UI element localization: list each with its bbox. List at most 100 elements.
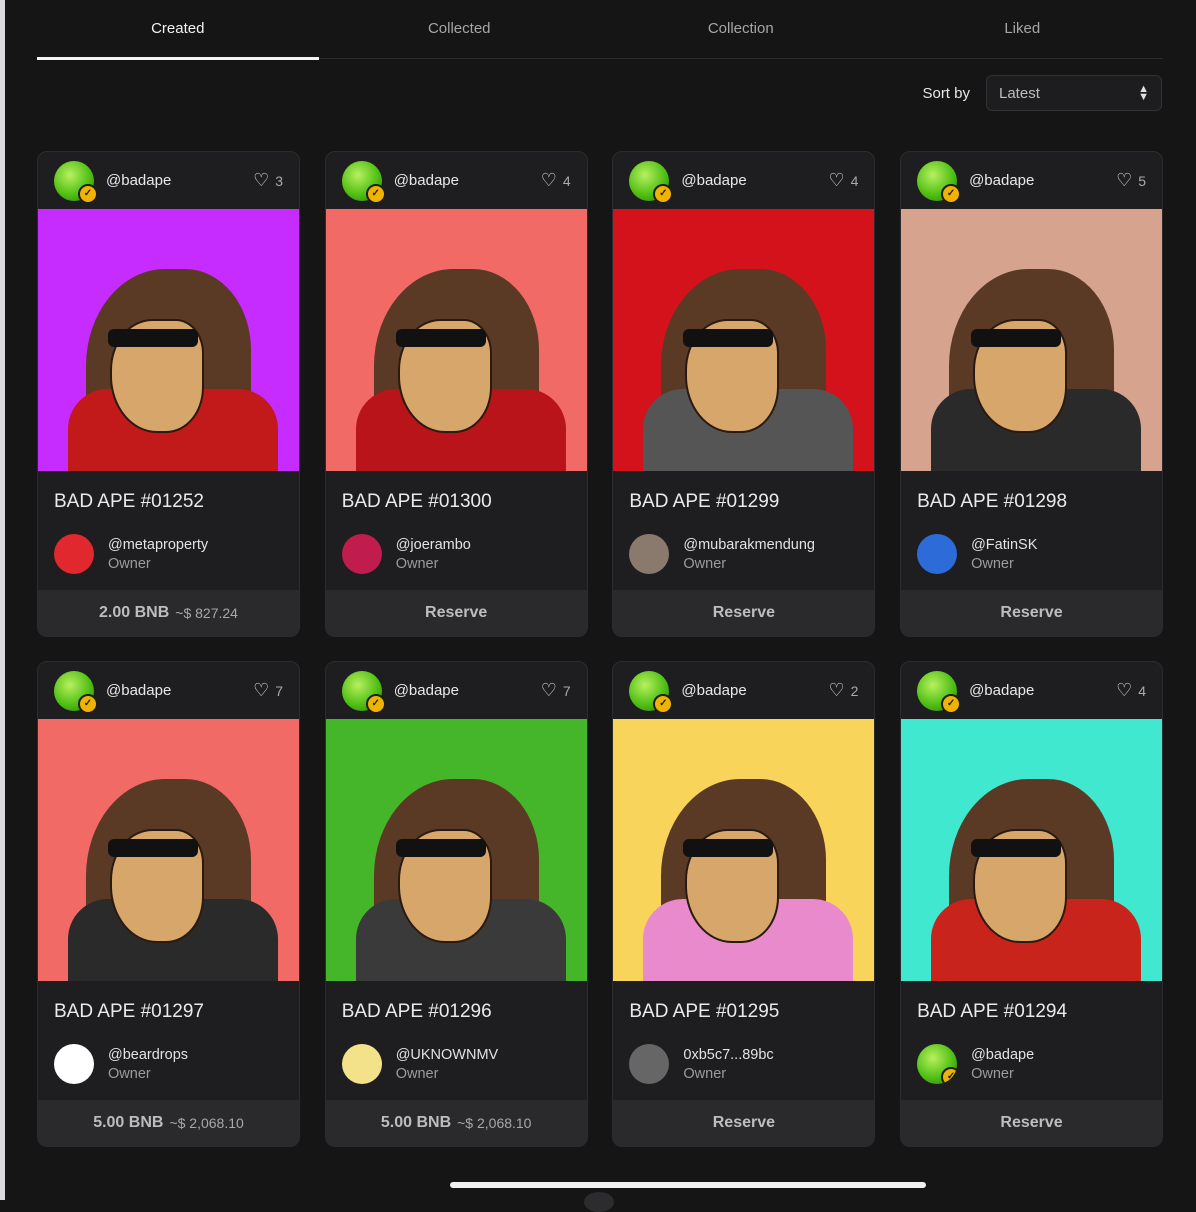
like-count: 3 — [275, 172, 283, 189]
price-bar[interactable]: 5.00 BNB ~$ 2,068.10 — [325, 1100, 587, 1146]
owner-handle[interactable]: @UKNOWNMV — [396, 1047, 499, 1063]
like-button[interactable]: ♡ 7 — [541, 662, 571, 719]
creator-avatar[interactable]: ✓ — [917, 670, 962, 714]
creator-handle[interactable]: @badape — [106, 682, 171, 699]
owner-role: Owner — [683, 555, 727, 572]
nft-card[interactable]: ✓ @badape ♡ 2 BAD APE #01295 0xb5c7...89b… — [612, 661, 876, 1147]
owner-role: Owner — [971, 1065, 1014, 1082]
price-bar[interactable]: 2.00 BNB ~$ 827.24 — [38, 590, 299, 636]
owner-avatar — [917, 534, 958, 574]
verified-badge-icon: ✓ — [78, 693, 98, 714]
nft-title[interactable]: BAD APE #01297 — [38, 981, 299, 1023]
like-button[interactable]: ♡ 4 — [541, 152, 571, 209]
creator-handle[interactable]: @badape — [394, 682, 459, 699]
creator-handle[interactable]: @badape — [969, 172, 1034, 189]
nft-artwork[interactable] — [325, 719, 587, 981]
price-usd: ~$ 827.24 — [175, 605, 238, 621]
like-button[interactable]: ♡ 4 — [828, 152, 858, 209]
nft-artwork[interactable] — [325, 209, 587, 471]
nft-card[interactable]: ✓ @badape ♡ 4 BAD APE #01294 ✓ @badape Ow… — [900, 661, 1164, 1147]
like-count: 4 — [850, 172, 859, 189]
nft-artwork[interactable] — [901, 719, 1163, 981]
owner-row: @UKNOWNMV Owner — [326, 1023, 587, 1084]
nft-artwork[interactable] — [38, 209, 299, 471]
like-button[interactable]: ♡ 2 — [828, 662, 858, 719]
creator-avatar[interactable]: ✓ — [629, 160, 674, 204]
creator-handle[interactable]: @badape — [969, 682, 1034, 699]
owner-row: 0xb5c7...89bc Owner — [613, 1023, 874, 1084]
card-header: ✓ @badape ♡ 4 — [613, 152, 874, 209]
owner-handle[interactable]: @beardrops — [108, 1047, 188, 1063]
price-bar[interactable]: 5.00 BNB ~$ 2,068.10 — [38, 1100, 299, 1146]
owner-handle[interactable]: @FatinSK — [971, 537, 1037, 553]
nft-grid: ✓ @badape ♡ 3 BAD APE #01252 @metapropert… — [37, 151, 1164, 1147]
ape-shades — [683, 329, 774, 347]
creator-avatar[interactable]: ✓ — [54, 160, 98, 204]
creator-handle[interactable]: @badape — [681, 682, 746, 699]
reserve-button[interactable]: Reserve — [901, 590, 1163, 636]
nft-artwork[interactable] — [901, 209, 1163, 471]
nft-title[interactable]: BAD APE #01298 — [901, 471, 1162, 513]
like-count: 5 — [1138, 172, 1147, 189]
owner-handle[interactable]: @badape — [971, 1047, 1034, 1063]
nft-card[interactable]: ✓ @badape ♡ 4 BAD APE #01299 @mubarakmend… — [612, 151, 876, 637]
nft-card[interactable]: ✓ @badape ♡ 7 BAD APE #01297 @beardrops O… — [37, 661, 300, 1147]
verified-badge-icon: ✓ — [78, 183, 98, 204]
card-header: ✓ @badape ♡ 3 — [38, 152, 299, 209]
creator-avatar[interactable]: ✓ — [917, 160, 962, 204]
like-button[interactable]: ♡ 3 — [253, 152, 283, 209]
heart-icon: ♡ — [828, 680, 845, 700]
ape-shades — [395, 329, 486, 347]
creator-handle[interactable]: @badape — [681, 172, 746, 189]
heart-icon: ♡ — [828, 170, 845, 190]
ape-shades — [108, 329, 198, 347]
nft-artwork[interactable] — [613, 719, 875, 981]
tab-collection[interactable]: Collection — [600, 0, 882, 58]
sort-select[interactable]: Latest ▲ ▼ — [986, 75, 1162, 111]
like-button[interactable]: ♡ 7 — [253, 662, 283, 719]
creator-avatar[interactable]: ✓ — [341, 160, 386, 204]
nft-title[interactable]: BAD APE #01296 — [326, 981, 587, 1023]
creator-handle[interactable]: @badape — [394, 172, 459, 189]
left-edge-bar — [0, 0, 5, 1200]
reserve-label: Reserve — [712, 1114, 776, 1131]
owner-handle[interactable]: 0xb5c7...89bc — [683, 1047, 773, 1063]
like-button[interactable]: ♡ 4 — [1116, 662, 1146, 719]
creator-avatar[interactable]: ✓ — [341, 670, 386, 714]
bottom-nub — [584, 1192, 614, 1212]
nft-title[interactable]: BAD APE #01300 — [326, 471, 587, 513]
like-button[interactable]: ♡ 5 — [1116, 152, 1146, 209]
nft-card[interactable]: ✓ @badape ♡ 7 BAD APE #01296 @UKNOWNMV Ow… — [324, 661, 588, 1147]
owner-row: @mubarakmendung Owner — [613, 513, 874, 574]
creator-avatar[interactable]: ✓ — [629, 670, 674, 714]
nft-card[interactable]: ✓ @badape ♡ 4 BAD APE #01300 @joerambo Ow… — [324, 151, 588, 637]
nft-card[interactable]: ✓ @badape ♡ 3 BAD APE #01252 @metapropert… — [37, 151, 300, 637]
creator-avatar[interactable]: ✓ — [54, 670, 98, 714]
nft-title[interactable]: BAD APE #01252 — [38, 471, 299, 513]
owner-handle[interactable]: @joerambo — [396, 537, 471, 553]
reserve-button[interactable]: Reserve — [613, 1100, 875, 1146]
price-usd: ~$ 2,068.10 — [457, 1115, 532, 1131]
owner-avatar — [341, 1044, 382, 1084]
owner-handle[interactable]: @metaproperty — [108, 537, 208, 553]
tab-liked[interactable]: Liked — [882, 0, 1164, 58]
verified-badge-icon: ✓ — [365, 183, 386, 204]
nft-artwork[interactable] — [613, 209, 875, 471]
nft-title[interactable]: BAD APE #01299 — [613, 471, 874, 513]
reserve-button[interactable]: Reserve — [901, 1100, 1163, 1146]
tab-created[interactable]: Created — [37, 0, 319, 60]
price-bnb: 2.00 BNB — [99, 604, 170, 621]
nft-title[interactable]: BAD APE #01295 — [613, 981, 874, 1023]
card-header: ✓ @badape ♡ 2 — [613, 662, 874, 719]
like-count: 2 — [850, 682, 859, 699]
reserve-button[interactable]: Reserve — [613, 590, 875, 636]
card-header: ✓ @badape ♡ 7 — [38, 662, 299, 719]
nft-title[interactable]: BAD APE #01294 — [901, 981, 1162, 1023]
card-header: ✓ @badape ♡ 5 — [901, 152, 1162, 209]
owner-handle[interactable]: @mubarakmendung — [683, 537, 815, 553]
nft-artwork[interactable] — [38, 719, 299, 981]
nft-card[interactable]: ✓ @badape ♡ 5 BAD APE #01298 @FatinSK Own… — [900, 151, 1164, 637]
creator-handle[interactable]: @badape — [106, 172, 171, 189]
reserve-button[interactable]: Reserve — [325, 590, 587, 636]
tab-collected[interactable]: Collected — [319, 0, 601, 58]
